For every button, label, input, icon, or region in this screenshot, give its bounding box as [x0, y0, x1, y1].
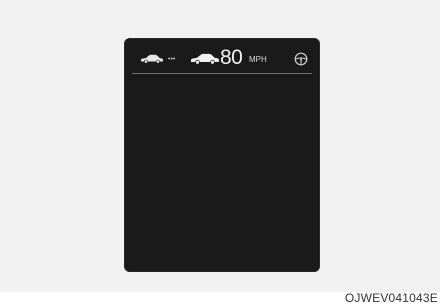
steering-wheel-icon — [294, 52, 308, 66]
status-divider — [132, 73, 312, 74]
cruise-status-bar: ••• 80 MPH — [124, 38, 320, 74]
figure-caption: OJWEV041043E — [344, 291, 438, 305]
lead-vehicle-car-icon — [141, 54, 163, 64]
speed-unit-label: MPH — [249, 55, 267, 64]
set-speed-value: 80 — [220, 46, 243, 69]
figure-panel: ••• 80 MPH — [0, 0, 440, 292]
distance-gap-indicator: ••• — [168, 56, 176, 63]
own-vehicle-car-icon — [191, 53, 219, 65]
cluster-display: ••• 80 MPH — [124, 38, 320, 272]
